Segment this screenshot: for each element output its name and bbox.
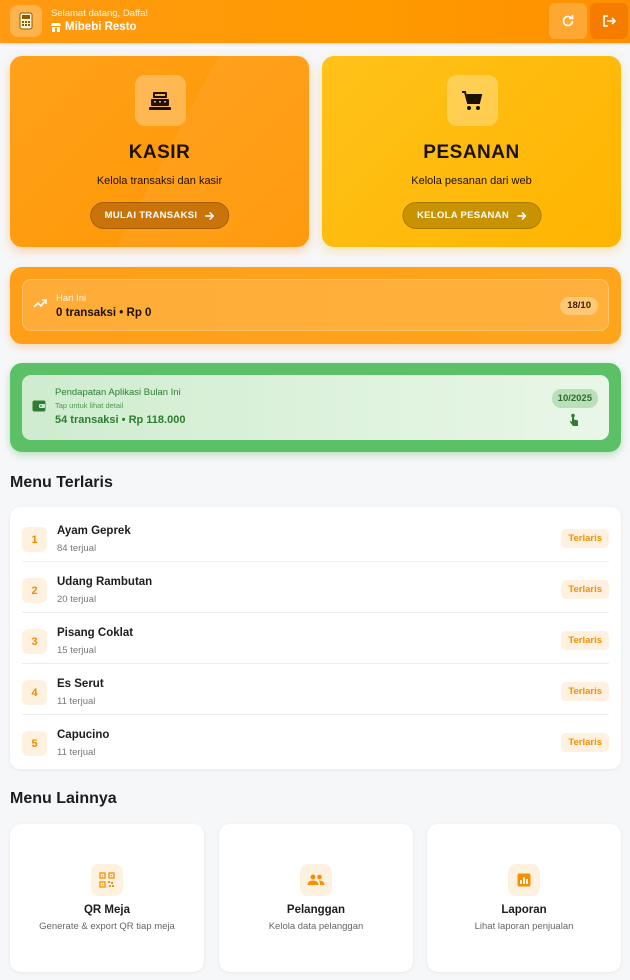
monthly-income-card[interactable]: Pendapatan Aplikasi Bulan Ini Tap untuk … [10, 363, 621, 452]
restaurant-name: Mibebi Resto [51, 21, 137, 33]
list-item[interactable]: 3 Pisang Coklat 15 terjual Terlaris [22, 613, 609, 664]
store-icon [51, 22, 61, 32]
arrow-right-icon [205, 211, 215, 220]
item-name: Udang Rambutan [57, 576, 153, 588]
item-sold-count: 84 terjual [57, 543, 97, 554]
qr-table-title: QR Meja [83, 904, 130, 916]
rank-badge: 4 [22, 680, 47, 705]
customers-subtitle: Kelola data pelanggan [268, 921, 364, 932]
rank-badge: 5 [22, 731, 47, 756]
best-sellers-list: 1 Ayam Geprek 84 terjual Terlaris 2 Udan… [10, 507, 621, 769]
refresh-icon [562, 15, 574, 27]
income-period-badge: 10/2025 [551, 389, 598, 408]
pesanan-card[interactable]: PESANAN Kelola pesanan dari web KELOLA P… [322, 56, 621, 247]
pos-terminal-icon [10, 5, 42, 37]
today-summary-panel: Hari Ini 0 transaksi • Rp 0 18/10 [22, 279, 609, 331]
greeting-text: Selamat datang, Daffa! [51, 8, 148, 19]
best-sellers-heading: Menu Terlaris [10, 474, 113, 491]
item-name: Es Serut [57, 678, 104, 690]
restaurant-name-label: Mibebi Resto [65, 21, 137, 33]
report-chart-icon [508, 864, 540, 896]
customers-tile[interactable]: Pelanggan Kelola data pelanggan [219, 824, 413, 972]
other-menu-heading: Menu Lainnya [10, 790, 117, 807]
start-transaction-button[interactable]: MULAI TRANSAKSI [89, 202, 230, 229]
kasir-subtitle: Kelola transaksi dan kasir [96, 175, 223, 187]
manage-orders-button[interactable]: KELOLA PESANAN [402, 202, 541, 229]
arrow-right-icon [517, 211, 526, 220]
bestseller-badge: Terlaris [561, 580, 609, 599]
cash-register-icon [134, 75, 186, 126]
kasir-title: KASIR [128, 142, 191, 163]
rank-badge: 2 [22, 578, 47, 603]
income-summary-text: 54 transaksi • Rp 118.000 [55, 414, 186, 426]
pesanan-subtitle: Kelola pesanan dari web [411, 175, 532, 187]
logout-button[interactable] [590, 3, 628, 39]
rank-badge: 3 [22, 629, 47, 654]
qr-table-subtitle: Generate & export QR tiap meja [39, 921, 175, 932]
wallet-icon [32, 400, 46, 412]
list-item[interactable]: 5 Capucino 11 terjual Terlaris [22, 715, 609, 766]
manage-orders-label: KELOLA PESANAN [417, 210, 509, 221]
bestseller-badge: Terlaris [561, 682, 609, 701]
people-icon [300, 864, 332, 896]
today-summary-text: 0 transaksi • Rp 0 [56, 307, 152, 319]
item-name: Ayam Geprek [57, 525, 131, 537]
monthly-income-panel[interactable]: Pendapatan Aplikasi Bulan Ini Tap untuk … [22, 375, 609, 440]
today-label: Hari Ini [56, 293, 87, 304]
item-sold-count: 15 terjual [57, 645, 97, 656]
shopping-cart-icon [446, 75, 498, 126]
item-name: Pisang Coklat [57, 627, 134, 639]
item-sold-count: 20 terjual [57, 594, 97, 605]
bestseller-badge: Terlaris [561, 529, 609, 548]
reports-title: Laporan [501, 904, 547, 916]
list-item[interactable]: 1 Ayam Geprek 84 terjual Terlaris [22, 511, 609, 562]
bestseller-badge: Terlaris [561, 631, 609, 650]
today-summary-card: Hari Ini 0 transaksi • Rp 0 18/10 [10, 267, 621, 344]
rank-badge: 1 [22, 527, 47, 552]
app-header: Selamat datang, Daffa! Mibebi Resto [0, 0, 630, 43]
start-transaction-label: MULAI TRANSAKSI [104, 210, 198, 221]
qr-code-icon [91, 864, 123, 896]
qr-table-tile[interactable]: QR Meja Generate & export QR tiap meja [10, 824, 204, 972]
pesanan-title: PESANAN [423, 142, 520, 163]
kasir-card[interactable]: KASIR Kelola transaksi dan kasir MULAI T… [10, 56, 309, 247]
list-item[interactable]: 2 Udang Rambutan 20 terjual Terlaris [22, 562, 609, 613]
item-sold-count: 11 terjual [57, 696, 96, 707]
income-label: Pendapatan Aplikasi Bulan Ini [55, 387, 181, 398]
refresh-button[interactable] [549, 3, 587, 39]
bestseller-badge: Terlaris [561, 733, 609, 752]
today-date-badge: 18/10 [560, 297, 598, 315]
logout-icon [603, 15, 616, 27]
reports-subtitle: Lihat laporan penjualan [474, 921, 574, 932]
item-sold-count: 11 terjual [57, 747, 96, 758]
trending-up-icon [33, 299, 47, 308]
item-name: Capucino [57, 729, 110, 741]
customers-title: Pelanggan [286, 904, 346, 916]
reports-tile[interactable]: Laporan Lihat laporan penjualan [427, 824, 621, 972]
touch-icon [570, 413, 578, 426]
income-hint: Tap untuk lihat detail [55, 401, 124, 410]
list-item[interactable]: 4 Es Serut 11 terjual Terlaris [22, 664, 609, 715]
